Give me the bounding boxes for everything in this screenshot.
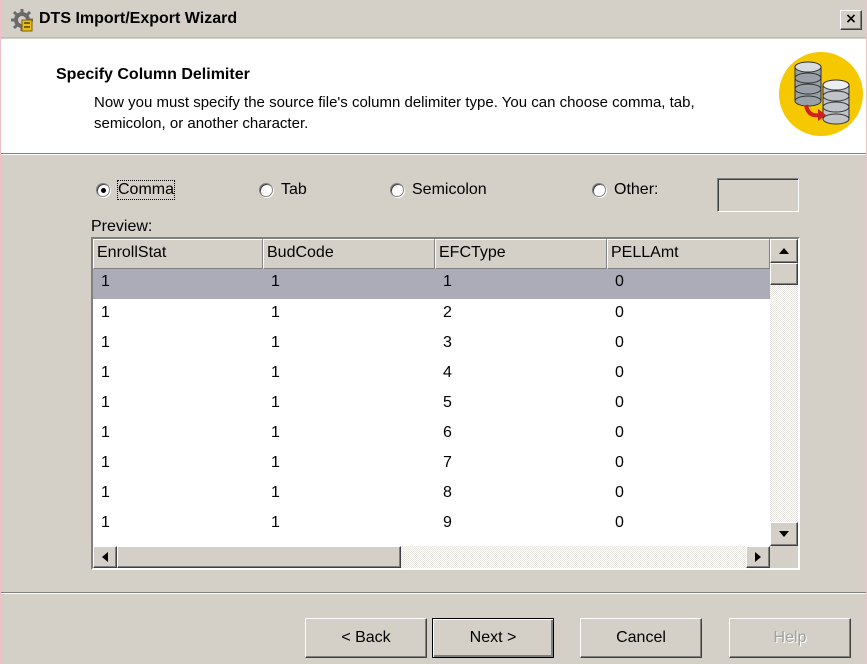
- arrow-left-icon: [102, 552, 108, 562]
- table-cell: 1: [101, 273, 110, 290]
- table-cell: 3: [443, 334, 452, 351]
- cancel-button[interactable]: Cancel: [580, 618, 702, 658]
- scroll-left-button[interactable]: [93, 546, 117, 568]
- scroll-right-button[interactable]: [746, 546, 770, 568]
- preview-label: Preview:: [91, 218, 153, 235]
- table-cell: 0: [615, 334, 624, 351]
- radio-other[interactable]: Other:: [592, 179, 658, 201]
- table-cell: 0: [615, 273, 624, 290]
- vertical-scrollbar[interactable]: [770, 239, 798, 546]
- radio-button-comma[interactable]: [96, 183, 110, 197]
- table-cell: 1: [271, 364, 280, 381]
- close-button[interactable]: ×: [840, 10, 862, 30]
- radio-label-other: Other:: [614, 181, 659, 198]
- table-cell: 8: [443, 484, 452, 501]
- table-row[interactable]: 1 1 5 0: [93, 389, 770, 419]
- arrow-right-icon: [755, 552, 761, 562]
- table-row[interactable]: 1 1 3 0: [93, 329, 770, 359]
- radio-comma[interactable]: Comma: [96, 179, 176, 201]
- table-cell: 5: [443, 394, 452, 411]
- column-header-enrollstat[interactable]: EnrollStat: [93, 239, 263, 269]
- scroll-down-button[interactable]: [770, 522, 798, 546]
- table-cell: 1: [101, 304, 110, 321]
- table-cell: 1: [101, 394, 110, 411]
- table-row[interactable]: 1 1 4 0: [93, 359, 770, 389]
- title-bar[interactable]: DTS Import/Export Wizard ×: [1, 0, 866, 38]
- table-cell: 0: [615, 424, 624, 441]
- radio-semicolon[interactable]: Semicolon: [390, 179, 487, 201]
- table-cell: 1: [271, 334, 280, 351]
- scrollbar-corner: [770, 546, 798, 568]
- radio-label-semicolon: Semicolon: [412, 181, 487, 198]
- table-cell: 0: [615, 304, 624, 321]
- other-delimiter-input[interactable]: [717, 178, 799, 212]
- wizard-header: Specify Column Delimiter Now you must sp…: [1, 39, 866, 154]
- radio-tab[interactable]: Tab: [259, 179, 307, 201]
- table-cell: 1: [101, 514, 110, 531]
- table-cell: 2: [443, 304, 452, 321]
- back-button[interactable]: < Back: [305, 618, 427, 658]
- wizard-window: DTS Import/Export Wizard × Specify Colum…: [0, 0, 867, 664]
- table-row[interactable]: 1 1 9 0: [93, 509, 770, 539]
- radio-label-comma: Comma: [116, 180, 176, 200]
- table-cell: 1: [271, 514, 280, 531]
- table-cell: 1: [271, 484, 280, 501]
- page-title: Specify Column Delimiter: [56, 66, 250, 83]
- radio-button-semicolon[interactable]: [390, 183, 404, 197]
- table-cell: 1: [271, 273, 280, 290]
- table-cell: 1: [101, 334, 110, 351]
- grid-header-row: EnrollStat BudCode EFCType PELLAmt: [93, 239, 770, 269]
- table-cell: 4: [443, 364, 452, 381]
- table-cell: 0: [615, 484, 624, 501]
- table-cell: 7: [443, 454, 452, 471]
- table-cell: 0: [615, 454, 624, 471]
- dts-wizard-icon: [11, 9, 33, 32]
- page-description: Now you must specify the source file's c…: [94, 94, 695, 132]
- table-cell: 1: [271, 424, 280, 441]
- table-cell: 0: [615, 514, 624, 531]
- table-cell: 6: [443, 424, 452, 441]
- table-cell: 1: [271, 304, 280, 321]
- footer-separator: [1, 592, 866, 594]
- table-cell: 1: [101, 424, 110, 441]
- window-title: DTS Import/Export Wizard: [39, 10, 238, 27]
- table-row[interactable]: 1 1 8 0: [93, 479, 770, 509]
- table-cell: 1: [271, 454, 280, 471]
- preview-grid-content: EnrollStat BudCode EFCType PELLAmt 11101…: [93, 239, 770, 546]
- table-cell: 1: [271, 394, 280, 411]
- horizontal-scrollbar[interactable]: [93, 546, 770, 568]
- help-button: Help: [729, 618, 851, 658]
- table-cell: 1: [101, 454, 110, 471]
- radio-label-tab: Tab: [281, 181, 307, 198]
- column-header-pellamt[interactable]: PELLAmt: [607, 239, 770, 269]
- radio-button-tab[interactable]: [259, 183, 273, 197]
- table-cell: 1: [101, 484, 110, 501]
- table-row[interactable]: 1 1 6 0: [93, 419, 770, 449]
- table-cell: 0: [615, 364, 624, 381]
- table-cell: 0: [615, 394, 624, 411]
- table-row[interactable]: 1 1 2 0: [93, 299, 770, 329]
- table-row[interactable]: 1 1 7 0: [93, 449, 770, 479]
- table-cell: 1: [101, 364, 110, 381]
- radio-button-other[interactable]: [592, 183, 606, 197]
- grid-body: 1 1 1 0 1 1 2 0 1 1 3 0 1 1 4 0 1 1 5 0 1 1 6 0 1 1 7 0 1 1 8 0 1 1 9 0: [93, 269, 770, 539]
- horizontal-scroll-thumb[interactable]: [117, 546, 401, 568]
- column-header-budcode[interactable]: BudCode: [263, 239, 435, 269]
- arrow-up-icon: [779, 248, 789, 254]
- table-cell: 9: [443, 514, 452, 531]
- database-transfer-icon: [779, 52, 863, 136]
- table-cell: 1: [443, 273, 452, 290]
- preview-grid[interactable]: EnrollStat BudCode EFCType PELLAmt 11101…: [91, 237, 800, 570]
- column-header-efctype[interactable]: EFCType: [435, 239, 607, 269]
- arrow-down-icon: [779, 531, 789, 537]
- next-button[interactable]: Next >: [432, 618, 554, 658]
- vertical-scroll-thumb[interactable]: [770, 263, 798, 285]
- scroll-up-button[interactable]: [770, 239, 798, 263]
- table-row[interactable]: 1 1 1 0: [93, 269, 770, 299]
